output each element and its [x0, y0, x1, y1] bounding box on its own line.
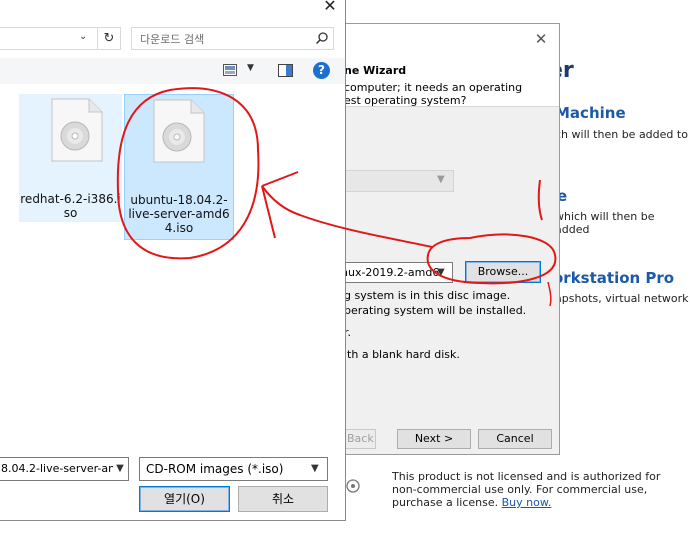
wizard-title: ne Wizard [344, 64, 407, 77]
chevron-down-icon[interactable]: ▼ [113, 458, 127, 480]
file-item-redhat[interactable]: redhat-6.2-i386.i so [19, 94, 122, 222]
create-vm-text: ch will then be added to [555, 128, 688, 141]
address-bar[interactable]: ⌄ [0, 27, 98, 50]
file-name-line3: 4.iso [164, 221, 194, 235]
iso-path-value: nux-2019.2-amd6 [341, 266, 440, 279]
open-vm-text: which will then be added [555, 210, 655, 236]
open-button[interactable]: 열기(O) [139, 486, 230, 512]
license-icon [346, 479, 360, 493]
browse-button[interactable]: Browse... [465, 261, 541, 283]
iso-path-combobox[interactable]: nux-2019.2-amd6 ▼ [338, 262, 453, 283]
cancel-button[interactable]: 취소 [238, 486, 328, 512]
license-notice: This product is not licensed and is auth… [392, 470, 672, 509]
wizard-cancel-button[interactable]: Cancel [478, 429, 552, 449]
chevron-down-icon[interactable]: ▼ [437, 263, 445, 282]
preview-pane-icon[interactable] [278, 64, 293, 77]
file-name-line2: live-server-amd6 [128, 207, 230, 221]
search-placeholder: 다운로드 검색 [140, 33, 205, 46]
close-icon[interactable]: ✕ [534, 32, 548, 47]
wizard-header: ne Wizard computer; it needs an operatin… [338, 24, 559, 107]
chevron-down-icon[interactable]: ⌄ [79, 31, 87, 42]
file-type-select[interactable]: CD-ROM images (*.iso) ▼ [139, 457, 328, 481]
easy-install-text: perating system will be installed. [344, 304, 527, 317]
file-name-value: 8.04.2-live-server-an [1, 462, 116, 475]
view-icon[interactable] [223, 64, 237, 76]
installer-disc-select: ▼ [338, 170, 454, 192]
chevron-down-icon[interactable]: ▼ [311, 458, 319, 480]
create-vm-heading[interactable]: Machine [555, 104, 626, 122]
wizard-description-line2: est operating system? [344, 94, 467, 107]
file-name-line1: ubuntu-18.04.2- [130, 193, 228, 207]
next-button[interactable]: Next > [397, 429, 471, 449]
disc-image-icon [51, 98, 103, 162]
file-name-line1: redhat-6.2-i386.i [20, 192, 121, 206]
chevron-down-icon: ▼ [437, 174, 445, 185]
blank-disk-text: ith a blank hard disk. [344, 348, 460, 361]
new-vm-wizard-dialog: ne Wizard computer; it needs an operatin… [337, 23, 560, 455]
refresh-icon[interactable]: ↻ [98, 27, 121, 50]
file-name-input[interactable]: 8.04.2-live-server-an ▼ [0, 457, 129, 481]
wizard-description-line1: computer; it needs an operating [344, 81, 523, 94]
file-type-value: CD-ROM images (*.iso) [146, 462, 284, 476]
search-input[interactable]: 다운로드 검색 [131, 27, 334, 50]
file-list: redhat-6.2-i386.i so ubuntu-18.04.2- liv… [0, 84, 345, 440]
search-icon[interactable] [315, 31, 329, 45]
close-icon[interactable]: ✕ [322, 0, 338, 15]
help-icon[interactable]: ? [313, 62, 330, 79]
dialog-toolbar: ▼ ? [0, 58, 345, 85]
buy-now-link[interactable]: Buy now. [502, 496, 552, 509]
file-name-line2: so [63, 206, 78, 220]
back-button: Back [343, 429, 376, 449]
chevron-down-icon[interactable]: ▼ [247, 63, 254, 73]
disc-image-icon [153, 99, 205, 163]
upgrade-heading[interactable]: orkstation Pro [553, 269, 674, 287]
iso-detected-text: g system is in this disc image. [344, 289, 511, 302]
upgrade-text: apshots, virtual network [555, 292, 689, 305]
file-item-ubuntu[interactable]: ubuntu-18.04.2- live-server-amd6 4.iso [124, 94, 234, 240]
file-open-dialog: ✕ ⌄ ↻ 다운로드 검색 ▼ ? redhat-6.2-i386.i so u… [0, 0, 346, 521]
